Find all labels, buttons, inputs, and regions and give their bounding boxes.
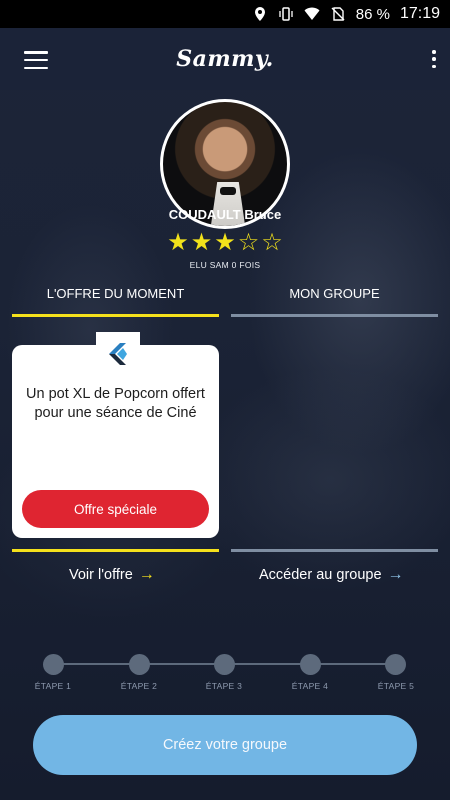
step-label: ÉTAPE 2 <box>120 681 158 691</box>
step-dot <box>385 654 406 675</box>
step-dot <box>214 654 235 675</box>
arrow-right-icon: → <box>138 566 155 583</box>
vibrate-icon <box>279 7 293 21</box>
tab-indicator-inactive <box>231 314 438 317</box>
rating-stars: ★ ★ ★ ☆ ☆ <box>0 229 450 255</box>
step-label: ÉTAPE 1 <box>34 681 72 691</box>
profile-name: COUDAULT Bruce <box>168 207 282 222</box>
step-dot <box>129 654 150 675</box>
offer-card[interactable]: Un pot XL de Popcorn offert pour une séa… <box>12 332 219 538</box>
view-offer-link[interactable]: Voir l'offre → <box>69 566 155 584</box>
step-dot <box>43 654 64 675</box>
offer-description: Un pot XL de Popcorn offert pour une séa… <box>26 386 205 421</box>
create-group-button[interactable]: Créez votre groupe <box>33 715 417 775</box>
clock: 17:19 <box>399 5 440 22</box>
step-dot <box>300 654 321 675</box>
group-underline <box>231 549 438 552</box>
hamburger-menu-icon[interactable] <box>24 51 48 69</box>
avatar-bow-tie <box>220 187 236 195</box>
step-label: ÉTAPE 3 <box>205 681 243 691</box>
more-vertical-icon[interactable] <box>430 50 438 68</box>
star-icon-empty: ☆ <box>237 228 260 256</box>
step-label: ÉTAPE 5 <box>377 681 415 691</box>
arrow-right-icon: → <box>387 566 404 583</box>
star-icon-filled: ★ <box>190 228 213 256</box>
offer-underline <box>12 549 219 552</box>
no-sim-icon <box>331 7 345 21</box>
special-offer-button[interactable]: Offre spéciale <box>22 490 209 528</box>
tab-indicator-active <box>12 314 219 317</box>
tab-offer-of-the-moment[interactable]: L'OFFRE DU MOMENT <box>12 286 219 316</box>
step-label: ÉTAPE 4 <box>291 681 329 691</box>
app-bar: Sammy. <box>0 28 450 90</box>
elected-count: ELU SAM 0 FOIS <box>189 260 261 270</box>
access-group-label: Accéder au groupe <box>259 567 382 583</box>
star-icon-filled: ★ <box>214 228 236 256</box>
app-logo: Sammy. <box>176 46 274 72</box>
partner-logo-icon <box>96 332 140 376</box>
star-icon-empty: ☆ <box>261 228 283 256</box>
status-bar: 86 % 17:19 <box>0 0 450 28</box>
star-icon-filled: ★ <box>167 228 189 256</box>
view-offer-label: Voir l'offre <box>69 567 133 583</box>
wifi-icon <box>304 7 320 20</box>
access-group-link[interactable]: Accéder au groupe → <box>259 566 404 584</box>
tab-my-group[interactable]: MON GROUPE <box>231 286 438 316</box>
battery-level: 86 % <box>355 5 390 23</box>
location-icon <box>254 7 265 21</box>
